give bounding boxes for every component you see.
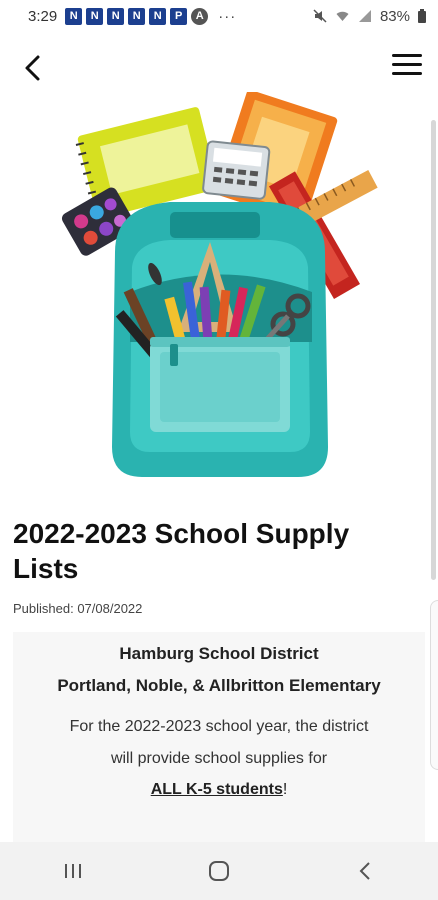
- document-text: For the 2022-2023 school year, the distr…: [69, 718, 369, 735]
- system-nav-bar: [0, 842, 438, 900]
- published-date: Published: 07/08/2022: [13, 601, 143, 616]
- status-time: 3:29: [28, 7, 58, 25]
- status-bar: 3:29 N N N N N P A ··· 83%: [0, 0, 438, 32]
- home-icon[interactable]: [189, 851, 249, 891]
- hamburger-menu-icon[interactable]: [392, 54, 422, 82]
- more-notifications-icon: ···: [218, 7, 237, 25]
- scrollbar[interactable]: [431, 120, 436, 580]
- notification-n-icon: N: [149, 7, 167, 25]
- app-bar: [0, 40, 438, 96]
- edge-panel-handle[interactable]: [430, 600, 438, 770]
- students-emphasis: ALL K-5 students: [150, 781, 283, 798]
- document-text: ALL K-5 students!: [13, 781, 425, 799]
- notification-n-icon: N: [86, 7, 104, 25]
- signal-icon: [358, 10, 371, 22]
- notification-a-icon: A: [191, 7, 209, 25]
- school-names: Portland, Noble, & Allbritton Elementary: [57, 676, 381, 695]
- exclamation: !: [282, 781, 288, 798]
- notification-n-icon: N: [107, 7, 125, 25]
- battery-icon: [418, 9, 426, 23]
- document-text: will provide school supplies for: [110, 750, 328, 767]
- wifi-icon: [336, 11, 349, 21]
- battery-percent: 83%: [379, 7, 410, 25]
- notification-n-icon: N: [128, 7, 146, 25]
- back-arrow-icon[interactable]: [18, 52, 50, 84]
- notification-p-icon: P: [170, 7, 188, 25]
- district-name: Hamburg School District: [119, 644, 319, 663]
- mute-icon: [313, 9, 327, 23]
- page-title: 2022-2023 School Supply Lists: [13, 518, 350, 584]
- supply-list-document: Hamburg School District Portland, Noble,…: [13, 632, 425, 846]
- backpack-illustration: [61, 92, 378, 477]
- notification-n-icon: N: [65, 7, 83, 25]
- status-right: 83%: [313, 8, 426, 25]
- back-icon[interactable]: [335, 851, 395, 891]
- recents-icon[interactable]: [43, 851, 103, 891]
- notification-icons: N N N N N P A: [65, 7, 209, 25]
